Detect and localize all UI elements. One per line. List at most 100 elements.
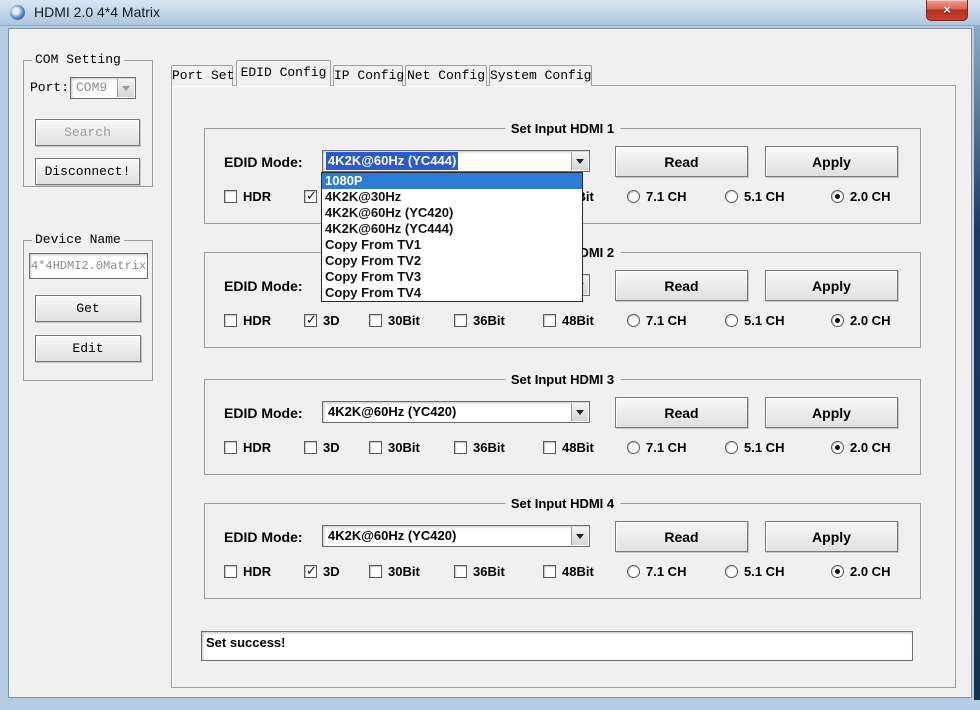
48bit-checkbox-3[interactable]: 48Bit	[543, 440, 594, 455]
30bit-checkbox-4[interactable]: 30Bit	[369, 564, 420, 579]
hdr-checkbox-2[interactable]: HDR	[224, 313, 271, 328]
radio-2-0-ch-2[interactable]: 2.0 CH	[831, 313, 890, 328]
chevron-down-icon[interactable]	[571, 152, 588, 170]
gear-icon	[10, 5, 25, 20]
radio-5-1-ch-2[interactable]: 5.1 CH	[725, 313, 784, 328]
apply-button-4[interactable]: Apply	[765, 521, 898, 552]
edid-mode-select-3[interactable]: 4K2K@60Hz (YC420)	[322, 401, 590, 423]
dropdown-option-copy-from-tv4[interactable]: Copy From TV4	[322, 285, 582, 301]
titlebar[interactable]: HDMI 2.0 4*4 Matrix ×	[0, 0, 980, 26]
tab-system-config[interactable]: System Config	[489, 65, 592, 86]
read-button-2[interactable]: Read	[615, 270, 748, 301]
device-name-title: Device Name	[32, 232, 124, 247]
apply-button-2[interactable]: Apply	[765, 270, 898, 301]
apply-button-1[interactable]: Apply	[765, 146, 898, 177]
window-title: HDMI 2.0 4*4 Matrix	[34, 4, 161, 20]
apply-button-3[interactable]: Apply	[765, 397, 898, 428]
triangle-glyph	[122, 85, 130, 91]
radio-7-1-ch-2[interactable]: 7.1 CH	[627, 313, 686, 328]
dropdown-option-copy-from-tv3[interactable]: Copy From TV3	[322, 269, 582, 285]
hdr-checkbox-1[interactable]: HDR	[224, 189, 271, 204]
radio-5-1-ch-3[interactable]: 5.1 CH	[725, 440, 784, 455]
radio-2-0-ch-3[interactable]: 2.0 CH	[831, 440, 890, 455]
radio-7-1-ch-4[interactable]: 7.1 CH	[627, 564, 686, 579]
checkbox-label: 30Bit	[388, 440, 420, 455]
radio-label: 5.1 CH	[744, 189, 785, 204]
triangle-glyph	[576, 533, 584, 539]
hdr-checkbox-4[interactable]: HDR	[224, 564, 271, 579]
disconnect-button[interactable]: Disconnect!	[35, 158, 140, 185]
dropdown-option-4k2k-60hz-yc444[interactable]: 4K2K@60Hz (YC444)	[322, 221, 582, 237]
status-message-box[interactable]: Set success!	[201, 631, 913, 661]
radio-circle	[725, 565, 738, 578]
radio-5-1-ch-4[interactable]: 5.1 CH	[725, 564, 784, 579]
dialog-client-area: COM Setting Port: COM9 Search Disconnect…	[8, 28, 972, 698]
checkbox-label: 3D	[323, 440, 340, 455]
device-name-input[interactable]: 4*4HDMI2.0Matrix	[29, 253, 148, 279]
radio-circle	[831, 314, 844, 327]
edid-mode-value: 4K2K@60Hz (YC444)	[326, 152, 459, 170]
tab-port-set[interactable]: Port Set	[171, 65, 234, 86]
group-title: Set Input HDMI 3	[504, 372, 621, 387]
read-button-label: Read	[664, 404, 699, 421]
apply-button-label: Apply	[812, 277, 851, 294]
read-button-1[interactable]: Read	[615, 146, 748, 177]
edit-button[interactable]: Edit	[35, 335, 141, 362]
36bit-checkbox-4[interactable]: 36Bit	[454, 564, 505, 579]
dropdown-option-4k2k-60hz-yc420[interactable]: 4K2K@60Hz (YC420)	[322, 205, 582, 221]
port-select[interactable]: COM9	[70, 77, 136, 99]
dropdown-option-4k2k-30hz[interactable]: 4K2K@30Hz	[322, 189, 582, 205]
chevron-down-icon[interactable]	[117, 79, 134, 97]
checkbox-box	[224, 314, 237, 327]
app-window: HDMI 2.0 4*4 Matrix × COM Setting Port: …	[0, 0, 980, 710]
3d-checkbox-4[interactable]: 3D	[304, 563, 340, 579]
48bit-checkbox-4[interactable]: 48Bit	[543, 564, 594, 579]
48bit-checkbox-2[interactable]: 48Bit	[543, 313, 594, 328]
read-button-4[interactable]: Read	[615, 521, 748, 552]
port-label: Port:	[30, 80, 70, 95]
read-button-3[interactable]: Read	[615, 397, 748, 428]
chevron-down-icon[interactable]	[571, 527, 588, 545]
radio-7-1-ch-3[interactable]: 7.1 CH	[627, 440, 686, 455]
3d-checkbox-2[interactable]: 3D	[304, 312, 340, 328]
checkbox-label: HDR	[243, 440, 272, 455]
hdr-checkbox-3[interactable]: HDR	[224, 440, 271, 455]
get-button[interactable]: Get	[35, 295, 141, 322]
tab-label: EDID Config	[240, 65, 327, 80]
radio-2-0-ch-4[interactable]: 2.0 CH	[831, 564, 890, 579]
dropdown-option-copy-from-tv2[interactable]: Copy From TV2	[322, 253, 582, 269]
radio-5-1-ch-1[interactable]: 5.1 CH	[725, 189, 784, 204]
radio-label: 2.0 CH	[850, 564, 891, 579]
36bit-checkbox-3[interactable]: 36Bit	[454, 440, 505, 455]
3d-checkbox-3[interactable]: 3D	[304, 440, 340, 455]
tab-edid-config[interactable]: EDID Config	[236, 60, 331, 86]
disconnect-button-label: Disconnect!	[44, 164, 131, 179]
dropdown-option-copy-from-tv1[interactable]: Copy From TV1	[322, 237, 582, 253]
radio-2-0-ch-1[interactable]: 2.0 CH	[831, 189, 890, 204]
device-name-group: Device Name 4*4HDMI2.0Matrix Get Edit	[23, 232, 153, 381]
checkbox-box	[369, 565, 382, 578]
set-input-hdmi-4-group: Set Input HDMI 4 EDID Mode: 4K2K@60Hz (Y…	[204, 496, 921, 599]
checkbox-label: 48Bit	[562, 313, 594, 328]
edid-mode-select-1[interactable]: 4K2K@60Hz (YC444)	[322, 150, 590, 172]
radio-circle	[831, 190, 844, 203]
tab-net-config[interactable]: Net Config	[405, 65, 487, 86]
edit-button-label: Edit	[72, 341, 104, 356]
radio-label: 7.1 CH	[646, 313, 687, 328]
radio-circle	[627, 314, 640, 327]
checkbox-label: 30Bit	[388, 313, 420, 328]
checkbox-box	[543, 441, 556, 454]
checkbox-label: 36Bit	[473, 313, 505, 328]
30bit-checkbox-2[interactable]: 30Bit	[369, 313, 420, 328]
tab-ip-config[interactable]: IP Config	[333, 65, 404, 86]
search-button[interactable]: Search	[35, 119, 140, 146]
radio-label: 2.0 CH	[850, 313, 891, 328]
edid-mode-select-4[interactable]: 4K2K@60Hz (YC420)	[322, 525, 590, 547]
30bit-checkbox-3[interactable]: 30Bit	[369, 440, 420, 455]
close-button[interactable]: ×	[926, 0, 968, 21]
chevron-down-icon[interactable]	[571, 403, 588, 421]
radio-circle	[627, 565, 640, 578]
dropdown-option-1080p[interactable]: 1080P	[322, 173, 582, 189]
36bit-checkbox-2[interactable]: 36Bit	[454, 313, 505, 328]
radio-7-1-ch-1[interactable]: 7.1 CH	[627, 189, 686, 204]
